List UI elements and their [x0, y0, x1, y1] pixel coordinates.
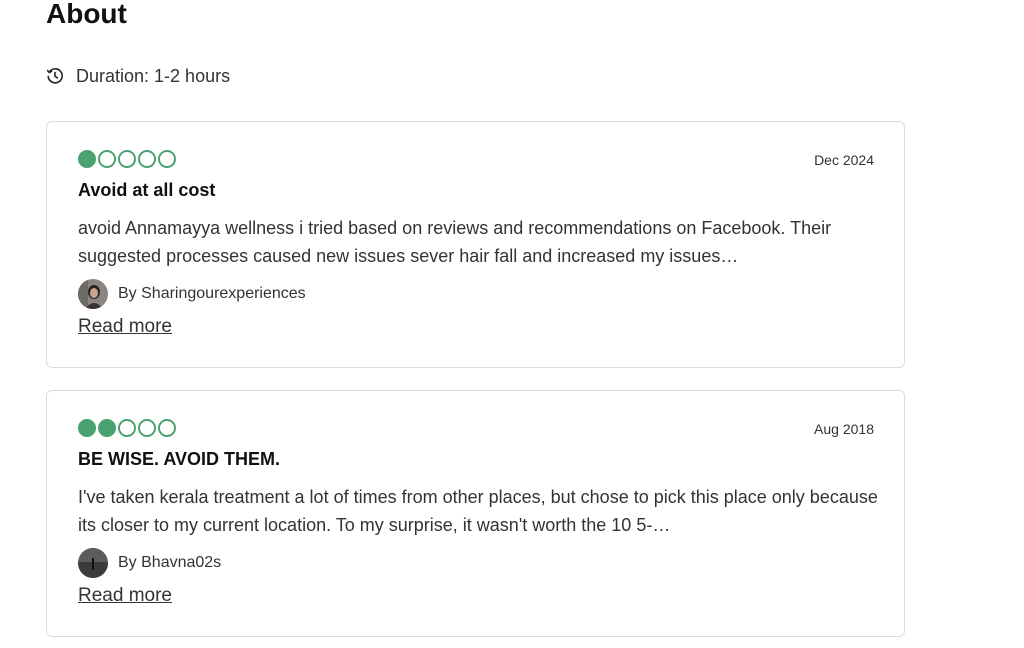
clock-icon — [46, 67, 64, 85]
rating-bubble-empty — [158, 150, 176, 168]
rating-bubble-empty — [118, 150, 136, 168]
review-date: Aug 2018 — [814, 421, 874, 437]
review-author: By Sharingourexperiences — [78, 279, 306, 309]
read-more-link[interactable]: Read more — [78, 316, 172, 338]
duration-text: Duration: 1-2 hours — [76, 65, 231, 86]
author-name[interactable]: By Bhavna02s — [118, 554, 221, 572]
review-author: By Bhavna02s — [78, 548, 221, 578]
review-date: Dec 2024 — [814, 152, 874, 168]
rating-bubble-filled — [78, 150, 96, 168]
section-title: About — [46, 0, 127, 29]
avatar[interactable] — [78, 279, 108, 309]
review-title: Avoid at all cost — [78, 180, 216, 200]
review-text: avoid Annamayya wellness i tried based o… — [78, 218, 832, 266]
avatar[interactable] — [78, 548, 108, 578]
read-more-link[interactable]: Read more — [78, 585, 172, 607]
review-text: I've taken kerala treatment a lot of tim… — [78, 487, 878, 535]
rating-bubble-filled — [78, 419, 96, 437]
author-name[interactable]: By Sharingourexperiences — [118, 285, 306, 303]
rating-bubble-empty — [138, 419, 156, 437]
duration-row: Duration: 1-2 hours — [46, 63, 230, 89]
review-card: Aug 2018 BE WISE. AVOID THEM. I've taken… — [46, 390, 905, 637]
rating-bubble-empty — [118, 419, 136, 437]
rating-bubble-empty — [158, 419, 176, 437]
review-title: BE WISE. AVOID THEM. — [78, 449, 281, 469]
page: About Duration: 1-2 hours Dec 2024 Avoid… — [0, 0, 1024, 648]
rating-bubble-empty — [138, 150, 156, 168]
rating-bubbles — [78, 150, 176, 168]
rating-bubbles — [78, 419, 176, 437]
rating-bubble-empty — [98, 150, 116, 168]
review-card: Dec 2024 Avoid at all cost avoid Annamay… — [46, 121, 905, 368]
rating-bubble-filled — [98, 419, 116, 437]
